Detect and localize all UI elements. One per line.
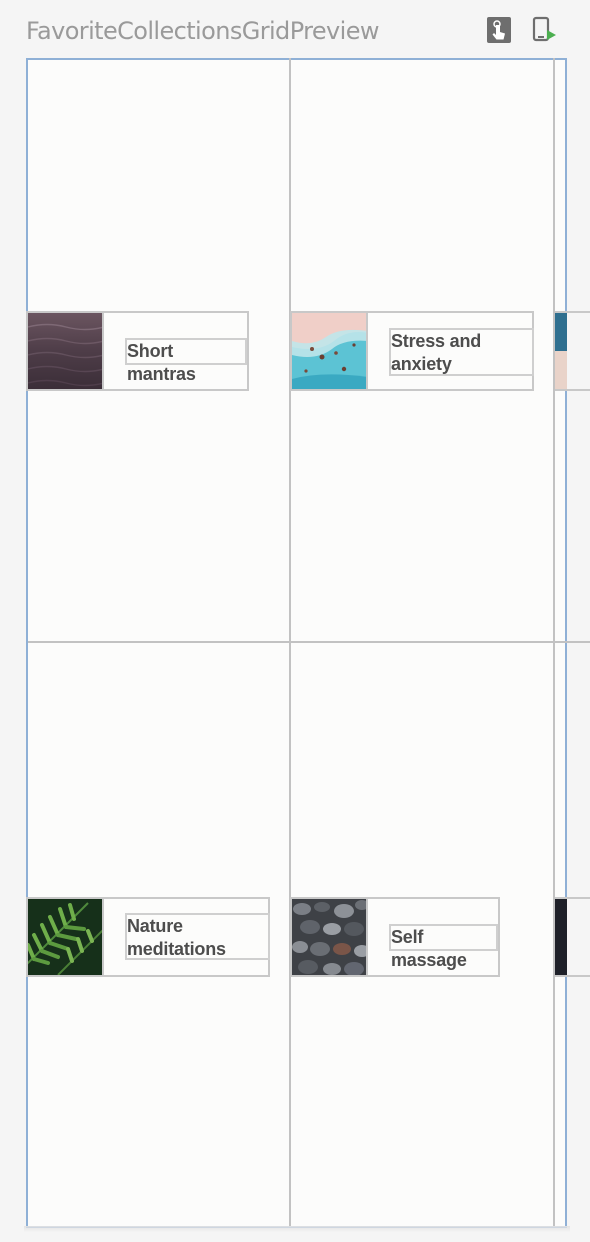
collection-label: Stress and anxiety <box>391 331 482 374</box>
deploy-preview-button[interactable] <box>530 16 558 44</box>
collection-label-box: Stress and anxiety <box>389 328 534 376</box>
collection-card[interactable]: Stress and anxiety <box>290 311 534 391</box>
preview-header: FavoriteCollectionsGridPreview <box>0 0 590 58</box>
ocean-water-image <box>28 313 102 389</box>
deploy-to-device-icon <box>532 16 556 42</box>
preview-frame <box>26 58 567 1228</box>
collection-thumbnail <box>292 313 368 389</box>
preview-title: FavoriteCollectionsGridPreview <box>26 17 380 45</box>
collection-thumbnail <box>292 899 368 975</box>
collection-thumbnail <box>28 899 104 975</box>
interactive-mode-button[interactable] <box>486 16 514 44</box>
peek-thumbnail-image <box>555 899 567 975</box>
collection-card[interactable]: Nature meditations <box>26 897 270 977</box>
collection-label: Nature meditations <box>127 916 226 959</box>
pebbles-image <box>292 899 366 975</box>
collection-label-box: Nature meditations <box>125 913 270 960</box>
aerial-beach-image <box>292 313 366 389</box>
grid-row-divider <box>28 641 590 643</box>
fern-leaves-image <box>28 899 102 975</box>
collection-card[interactable]: Short mantras <box>26 311 249 391</box>
peek-card <box>555 897 590 977</box>
peek-card <box>555 311 590 391</box>
collection-label: Self massage <box>391 927 467 970</box>
frame-shadow <box>24 1226 570 1232</box>
collection-card[interactable]: Self massage <box>290 897 500 977</box>
collection-label-box: Short mantras <box>125 338 247 384</box>
collection-label-box: Self massage <box>389 924 498 970</box>
interactive-mode-icon <box>487 17 511 43</box>
peek-thumbnail-image <box>555 313 567 389</box>
collection-label: Short mantras <box>127 341 196 384</box>
collection-thumbnail <box>28 313 104 389</box>
